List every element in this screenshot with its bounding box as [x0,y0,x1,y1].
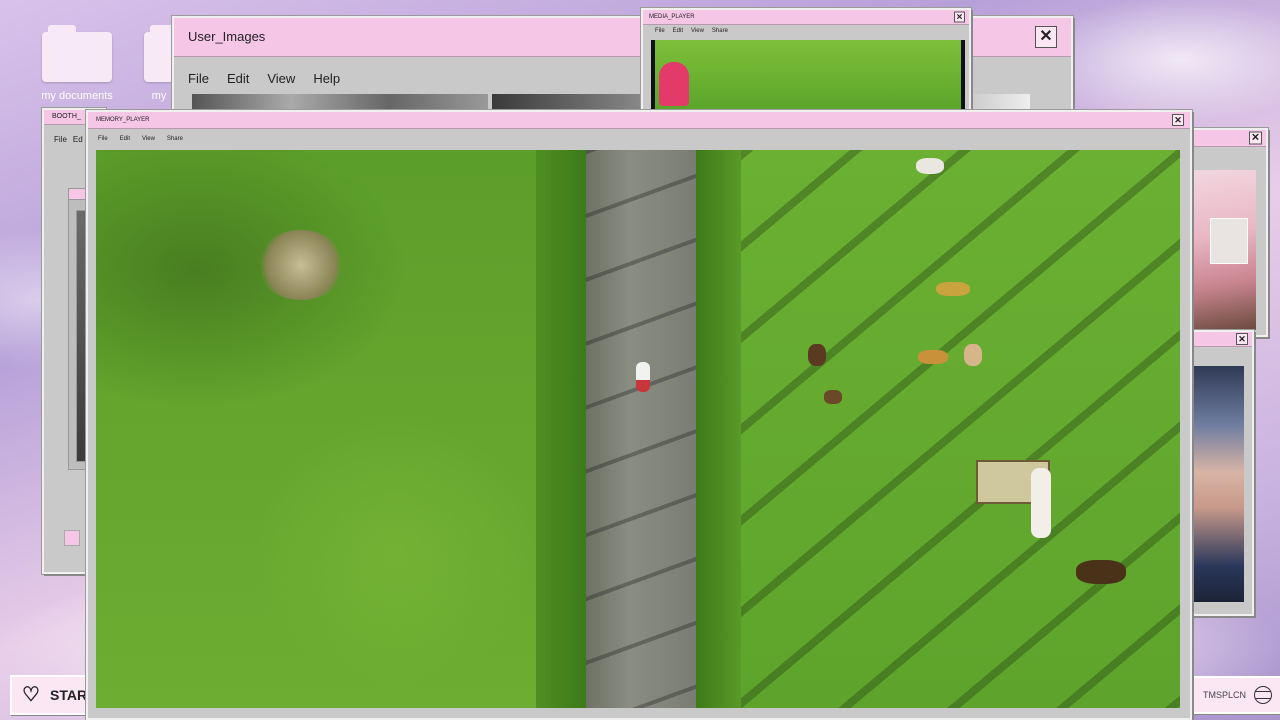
photo-window-right-bottom: ✕ [1188,330,1254,616]
tray-text: TMSPLCN [1202,690,1246,700]
photo [1192,366,1244,602]
animal [964,344,982,366]
close-button[interactable]: ✕ [954,11,965,23]
close-button[interactable]: ✕ [1035,26,1057,48]
menu-edit[interactable]: Ed [73,135,83,144]
animal [936,282,970,296]
menu-edit[interactable]: Edit [227,71,249,86]
folder-icon [42,25,112,82]
animal [916,158,944,174]
tree-stump [256,230,346,300]
menu-file[interactable]: File [188,71,209,86]
globe-icon[interactable] [1254,686,1272,704]
photo [1192,170,1256,330]
heart-icon: ♡ [22,684,40,706]
desktop-icon-label: my [151,90,167,102]
menu-bar: File Edit View Share [643,25,969,40]
hedge-left [536,150,586,708]
video-screen[interactable] [651,40,965,110]
video-viewport[interactable] [96,150,1180,708]
close-button[interactable]: ✕ [1236,333,1248,345]
window-titlebar[interactable]: MEMORY_PLAYER ✕ [88,112,1190,129]
menu-share[interactable]: Share [712,28,728,40]
animal [808,344,826,366]
start-label: STAR [50,687,88,703]
white-horse [1031,468,1051,538]
media-player-window: MEDIA_PLAYER ✕ File Edit View Share [641,8,971,114]
folder-icon [144,25,178,82]
animal [1076,560,1126,584]
window-titlebar[interactable]: ✕ [1190,332,1252,347]
grass-field-right [741,150,1180,708]
menu-view[interactable]: View [691,28,704,40]
animal [824,390,842,404]
desktop-icon-label: my documents [41,90,113,102]
window-title: MEMORY_PLAYER [96,117,150,123]
window-title: BOOTH_ [52,113,81,120]
window-title: User_Images [188,29,266,44]
window-titlebar[interactable]: MEDIA_PLAYER ✕ [643,10,969,25]
checkbox-icon[interactable] [64,530,80,546]
menu-file[interactable]: File [54,135,67,144]
menu-edit[interactable]: Edit [673,28,683,40]
desktop-icon-my-documents[interactable]: my documents [32,25,122,102]
window-title: MEDIA_PLAYER [649,14,695,20]
video-frame-subject [659,62,689,106]
road-shadows [586,150,696,708]
hedge-right [696,150,741,708]
mini-photo [1210,218,1248,264]
photo-window-right-top: ✕ [1188,128,1268,337]
cyclist [636,362,650,392]
menu-file[interactable]: File [655,28,665,40]
menu-bar: File Edit View Share [88,129,1190,152]
animal [918,350,948,364]
close-button[interactable]: ✕ [1249,131,1262,145]
desktop-icon-my[interactable]: my [144,25,178,102]
memory-player-window: MEMORY_PLAYER ✕ File Edit View Share [86,110,1192,720]
window-titlebar[interactable]: ✕ [1190,130,1266,147]
close-button[interactable]: ✕ [1172,114,1184,126]
menu-help[interactable]: Help [313,71,340,86]
menu-view[interactable]: View [267,71,295,86]
